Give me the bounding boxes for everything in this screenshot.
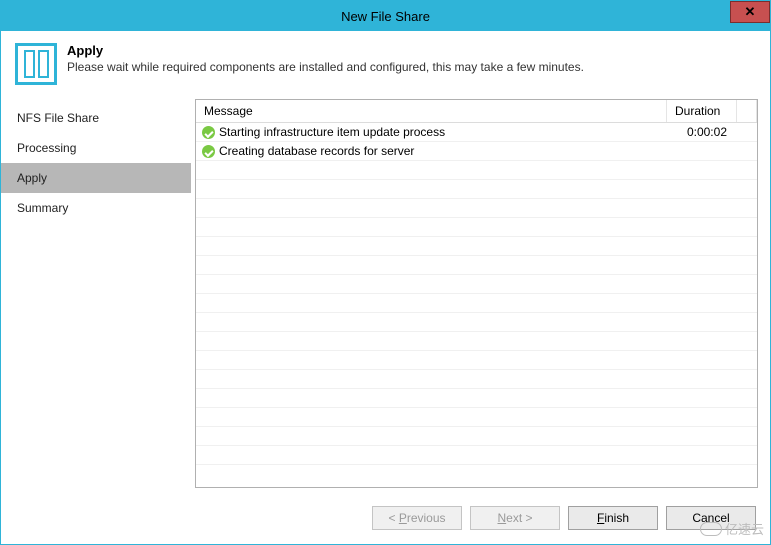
close-icon: ✕	[745, 4, 756, 20]
column-header-message[interactable]: Message	[196, 100, 667, 122]
table-row-empty	[196, 218, 757, 237]
sidebar-item-nfs-file-share[interactable]: NFS File Share	[1, 103, 191, 133]
sidebar-item-summary[interactable]: Summary	[1, 193, 191, 223]
column-header-pad	[737, 100, 757, 122]
window-title: New File Share	[1, 9, 770, 24]
column-header-duration[interactable]: Duration	[667, 100, 737, 122]
wizard-footer: < Previous Next > Finish Cancel	[1, 496, 770, 544]
close-button[interactable]: ✕	[730, 1, 770, 23]
row-message: Creating database records for server	[219, 144, 414, 158]
wizard-window: New File Share ✕ Apply Please wait while…	[0, 0, 771, 545]
grid-header: Message Duration	[196, 100, 757, 123]
table-row-empty	[196, 370, 757, 389]
table-row-empty	[196, 199, 757, 218]
previous-button: < Previous	[372, 506, 462, 530]
next-button: Next >	[470, 506, 560, 530]
table-row-empty	[196, 275, 757, 294]
sidebar-item-processing[interactable]: Processing	[1, 133, 191, 163]
checkmark-icon	[202, 145, 215, 158]
titlebar: New File Share ✕	[1, 1, 770, 31]
table-row-empty	[196, 294, 757, 313]
table-row-empty	[196, 408, 757, 427]
row-duration: 0:00:02	[667, 125, 737, 139]
table-row-empty	[196, 332, 757, 351]
table-row-empty	[196, 351, 757, 370]
table-row-empty	[196, 313, 757, 332]
file-share-icon	[15, 43, 57, 85]
table-row-empty	[196, 237, 757, 256]
cancel-button[interactable]: Cancel	[666, 506, 756, 530]
table-row-empty	[196, 161, 757, 180]
wizard-header: Apply Please wait while required compone…	[1, 31, 770, 91]
finish-button[interactable]: Finish	[568, 506, 658, 530]
header-text: Apply Please wait while required compone…	[67, 43, 584, 74]
sidebar-item-apply[interactable]: Apply	[1, 163, 191, 193]
step-subtitle: Please wait while required components ar…	[67, 60, 584, 74]
wizard-content: Message Duration Starting infrastructure…	[191, 91, 770, 496]
table-row: Creating database records for server	[196, 142, 757, 161]
wizard-body: NFS File ShareProcessingApplySummary Mes…	[1, 91, 770, 496]
table-row-empty	[196, 389, 757, 408]
row-message: Starting infrastructure item update proc…	[219, 125, 445, 139]
table-row-empty	[196, 180, 757, 199]
step-title: Apply	[67, 43, 584, 58]
table-row-empty	[196, 256, 757, 275]
table-row-empty	[196, 427, 757, 446]
table-row: Starting infrastructure item update proc…	[196, 123, 757, 142]
checkmark-icon	[202, 126, 215, 139]
table-row-empty	[196, 446, 757, 465]
progress-grid: Message Duration Starting infrastructure…	[195, 99, 758, 488]
grid-rows: Starting infrastructure item update proc…	[196, 123, 757, 487]
wizard-steps-sidebar: NFS File ShareProcessingApplySummary	[1, 91, 191, 496]
